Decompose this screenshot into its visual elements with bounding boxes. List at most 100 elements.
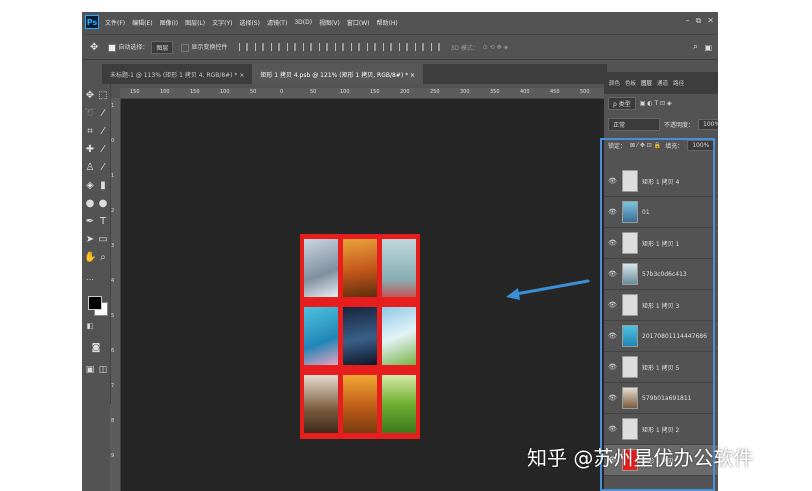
opacity-label: 不透明度： xyxy=(664,121,695,129)
ruler-tick: 5 xyxy=(111,313,115,319)
menu-select[interactable]: 选择(S) xyxy=(239,18,260,27)
marquee-icon[interactable]: ⬚ xyxy=(97,90,109,102)
ruler-tick: 50 xyxy=(310,89,317,95)
menu-filter[interactable]: 滤镜(T) xyxy=(267,18,287,27)
brush-icon[interactable]: ⁄ xyxy=(97,144,109,156)
ruler-tick: 300 xyxy=(460,89,470,95)
menu-type[interactable]: 文字(Y) xyxy=(212,18,232,27)
photo-cell[interactable] xyxy=(382,239,416,297)
ruler-tick: 50 xyxy=(250,89,257,95)
shape-icon[interactable]: ▭ xyxy=(97,234,109,246)
ruler-tick: 6 xyxy=(111,348,115,354)
quick-mask-icon[interactable]: ◙ xyxy=(90,342,102,354)
ruler-tick: 350 xyxy=(490,89,500,95)
distribute-hcenter-icon[interactable] xyxy=(399,43,409,51)
search-icon[interactable]: ⌕ xyxy=(693,42,698,52)
menu-help[interactable]: 帮助(H) xyxy=(377,18,398,27)
photo-cell[interactable] xyxy=(343,239,377,297)
lasso-icon[interactable]: ➰ xyxy=(84,108,96,120)
auto-select-label: 自动选择： xyxy=(118,44,149,52)
show-transform-checkbox[interactable]: 显示变换控件 xyxy=(181,42,227,52)
zoom-icon[interactable]: ⌕ xyxy=(97,252,109,264)
pen-icon[interactable]: ✒ xyxy=(84,216,96,228)
align-hcenter-icon[interactable] xyxy=(303,43,313,51)
layers-highlight-box xyxy=(600,138,715,491)
text-icon[interactable]: T xyxy=(97,216,109,228)
path-selection-icon[interactable]: ➤ xyxy=(84,234,96,246)
move-icon[interactable]: ✥ xyxy=(84,90,96,102)
tab-swatches[interactable]: 色板 xyxy=(625,79,636,87)
menu-view[interactable]: 视图(V) xyxy=(319,18,340,27)
align-left-icon[interactable] xyxy=(287,43,297,51)
distribute-right-icon[interactable] xyxy=(415,43,425,51)
tab-paths[interactable]: 路径 xyxy=(673,79,684,87)
photo-cell[interactable] xyxy=(382,307,416,365)
dodge-icon[interactable]: ● xyxy=(97,198,109,210)
crop-icon[interactable]: ⌗ xyxy=(84,126,96,138)
ruler-tick: 1 xyxy=(111,103,115,109)
minimize-button[interactable]: – xyxy=(686,16,690,26)
align-bottom-icon[interactable] xyxy=(271,43,281,51)
distribute-top-icon[interactable] xyxy=(335,43,345,51)
vertical-ruler: 1 0 1 2 3 4 5 6 7 8 9 xyxy=(110,98,121,491)
photo-cell[interactable] xyxy=(304,375,338,433)
eraser-icon[interactable]: ◈ xyxy=(84,180,96,192)
tab-layers[interactable]: 图层 xyxy=(641,79,652,87)
frame-icon[interactable]: ◫ xyxy=(97,364,109,376)
document-canvas[interactable] xyxy=(300,234,420,439)
align-vcenter-icon[interactable] xyxy=(255,43,265,51)
align-top-icon[interactable] xyxy=(239,43,249,51)
opacity-field[interactable]: 100% xyxy=(698,118,718,130)
filter-icons[interactable]: ▣ ◐ T ⊡ ◈ xyxy=(640,100,672,107)
menu-file[interactable]: 文件(F) xyxy=(105,18,125,27)
eyedropper-icon[interactable]: ⁄ xyxy=(97,126,109,138)
ruler-tick: 2 xyxy=(111,208,115,214)
auto-select-dropdown[interactable]: 图层 xyxy=(151,40,174,54)
ruler-tick: 200 xyxy=(400,89,410,95)
workspace-icon[interactable]: ▣ xyxy=(704,43,712,52)
restore-button[interactable]: ⧉ xyxy=(696,16,702,26)
gradient-icon[interactable]: ▮ xyxy=(97,180,109,192)
tab-active-document[interactable]: 矩形 1 拷贝 4.psb @ 121% (矩形 1 拷贝, RGB/8#) *… xyxy=(252,64,424,84)
menu-edit[interactable]: 编辑(E) xyxy=(132,18,152,27)
tab-color[interactable]: 颜色 xyxy=(609,79,620,87)
distribute-vcenter-icon[interactable] xyxy=(351,43,361,51)
align-right-icon[interactable] xyxy=(319,43,329,51)
history-brush-icon[interactable]: ⁄ xyxy=(97,162,109,174)
3d-mode-label: 3D 模式： xyxy=(450,44,479,52)
tab-untitled-1[interactable]: 未标题-1 @ 113% (矩形 1 拷贝 4, RGB/8#) * × xyxy=(102,64,252,84)
photo-cell[interactable] xyxy=(343,307,377,365)
tab-channels[interactable]: 通道 xyxy=(657,79,668,87)
menu-image[interactable]: 图像(I) xyxy=(160,18,178,27)
magic-wand-icon[interactable]: ⁄ xyxy=(97,108,109,120)
healing-brush-icon[interactable]: ✚ xyxy=(84,144,96,156)
default-colors-icon[interactable]: ◧ xyxy=(84,320,96,332)
move-icon[interactable]: ✥ xyxy=(90,42,98,53)
align-buttons xyxy=(239,43,441,51)
distribute-bottom-icon[interactable] xyxy=(367,43,377,51)
blend-mode-dropdown[interactable]: 正常 xyxy=(608,117,660,131)
hand-icon[interactable]: ✋ xyxy=(84,252,96,264)
more-tools-icon[interactable]: … xyxy=(84,272,96,284)
auto-align-icon[interactable] xyxy=(431,43,441,51)
menu-layer[interactable]: 图层(L) xyxy=(185,18,205,27)
close-button[interactable]: ✕ xyxy=(707,16,714,26)
menu-window[interactable]: 窗口(W) xyxy=(347,18,370,27)
distribute-left-icon[interactable] xyxy=(383,43,393,51)
blur-icon[interactable]: ● xyxy=(84,198,96,210)
photo-cell[interactable] xyxy=(343,375,377,433)
clone-stamp-icon[interactable]: ♙ xyxy=(84,162,96,174)
ruler-tick: 1 xyxy=(111,173,115,179)
photo-cell[interactable] xyxy=(304,307,338,365)
ruler-tick: 150 xyxy=(190,89,200,95)
menu-3d[interactable]: 3D(D) xyxy=(294,19,312,26)
auto-select-checkbox[interactable]: 自动选择： xyxy=(108,42,148,52)
screen-mode-icon[interactable]: ▣ xyxy=(84,364,96,376)
3d-tools-icon[interactable]: ⊙ ⟲ ✥ ◈ xyxy=(483,44,508,51)
photo-cell[interactable] xyxy=(304,239,338,297)
foreground-color-swatch[interactable] xyxy=(88,296,102,310)
layer-filter-dropdown[interactable]: ρ 类型 xyxy=(608,96,636,110)
menu-bar: Ps 文件(F) 编辑(E) 图像(I) 图层(L) 文字(Y) 选择(S) 滤… xyxy=(82,12,718,32)
photo-cell[interactable] xyxy=(382,375,416,433)
ruler-tick: 8 xyxy=(111,418,115,424)
